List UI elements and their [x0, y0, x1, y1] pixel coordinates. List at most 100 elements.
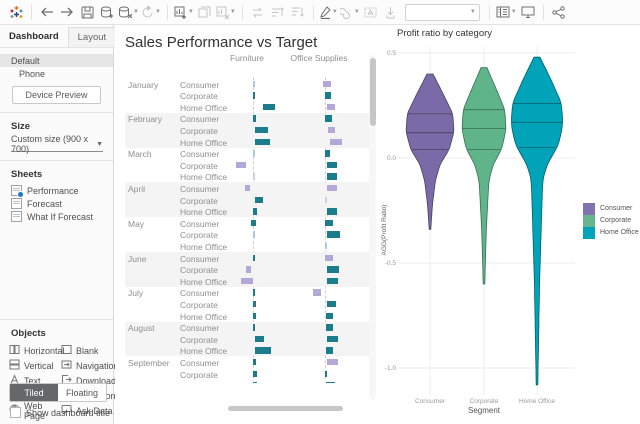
legend-item[interactable]: Corporate [583, 215, 631, 227]
device-item-default[interactable]: Default [0, 54, 113, 67]
sheet-item-performance[interactable]: Performance [0, 184, 113, 198]
table-row[interactable]: Home Office [125, 380, 369, 383]
size-dropdown[interactable]: Custom size (900 x 700) ▼ [11, 134, 103, 154]
gantt-bar[interactable] [325, 196, 327, 203]
gantt-bar[interactable] [253, 324, 256, 331]
share-icon[interactable] [550, 2, 568, 22]
show-hide-cards-icon[interactable]: ▼ [496, 2, 517, 22]
table-row[interactable]: Corporate [125, 90, 369, 102]
gantt-bar[interactable] [253, 150, 256, 157]
gantt-bar[interactable] [255, 196, 264, 203]
save-icon[interactable] [78, 2, 96, 22]
horizontal-scrollbar-thumb[interactable] [228, 406, 343, 411]
tab-dashboard[interactable]: Dashboard [0, 25, 68, 47]
new-data-source-icon[interactable] [98, 2, 116, 22]
table-row[interactable]: Corporate [125, 368, 369, 380]
gantt-bar[interactable] [327, 103, 336, 111]
show-dashboard-title-checkbox[interactable] [10, 407, 21, 418]
gantt-bar[interactable] [325, 254, 333, 261]
gantt-bar[interactable] [325, 370, 328, 377]
table-row[interactable]: Home Office [125, 171, 369, 183]
sheet-item-forecast[interactable]: Forecast [0, 197, 113, 210]
gantt-bar[interactable] [325, 242, 327, 250]
gantt-bar[interactable] [325, 92, 332, 99]
back-arrow-icon[interactable] [38, 2, 56, 22]
floating-button[interactable]: Floating [58, 384, 106, 401]
gantt-bar[interactable] [253, 358, 256, 366]
gantt-bar[interactable] [330, 138, 342, 145]
gantt-bar[interactable] [325, 150, 331, 157]
gantt-bar[interactable] [246, 266, 251, 273]
gantt-bar[interactable] [327, 266, 340, 273]
table-row[interactable]: Corporate [125, 159, 369, 171]
gantt-bar[interactable] [250, 219, 256, 227]
forward-arrow-icon[interactable] [58, 2, 76, 22]
table-row[interactable]: Corporate [125, 229, 369, 241]
gantt-bar[interactable] [326, 347, 333, 354]
fit-select[interactable]: ▼ [404, 3, 480, 21]
object-horizontal[interactable]: Horizontal [9, 343, 65, 358]
gantt-bar[interactable] [253, 115, 256, 122]
gantt-bar[interactable] [236, 161, 247, 169]
gantt-bar[interactable] [326, 382, 336, 383]
table-row[interactable]: Home Office [125, 101, 369, 113]
gantt-bar[interactable] [253, 231, 255, 238]
gantt-bar[interactable] [327, 358, 338, 366]
violin-home-office[interactable] [511, 56, 563, 386]
performance-chart[interactable]: FurnitureOffice SuppliesTechnoJanuaryCon… [125, 53, 369, 383]
gantt-bar[interactable] [253, 382, 257, 383]
device-item-phone[interactable]: Phone [0, 67, 113, 80]
table-row[interactable]: Corporate [125, 333, 369, 345]
sheet-item-what-if-forecast[interactable]: What If Forecast [0, 210, 113, 223]
table-row[interactable]: Home Office [125, 310, 369, 322]
gantt-bar[interactable] [245, 184, 251, 192]
violin-consumer[interactable] [405, 73, 455, 230]
device-preview-button[interactable]: Device Preview [12, 86, 101, 104]
table-row[interactable]: September Consumer [125, 356, 369, 368]
gantt-bar[interactable] [327, 208, 337, 215]
gantt-bar[interactable] [253, 92, 256, 99]
vertical-scrollbar-thumb[interactable] [369, 58, 376, 126]
table-row[interactable]: Home Office [125, 240, 369, 252]
table-row[interactable]: Home Office [125, 344, 369, 357]
gantt-bar[interactable] [327, 161, 337, 169]
gantt-bar[interactable] [313, 289, 322, 296]
table-row[interactable]: July Consumer [125, 287, 369, 299]
table-row[interactable]: March Consumer [125, 148, 369, 160]
table-row[interactable]: Home Office [125, 205, 369, 218]
table-row[interactable]: June Consumer [125, 252, 369, 264]
table-row[interactable]: August Consumer [125, 321, 369, 334]
tableau-logo-icon[interactable] [7, 2, 25, 22]
gantt-bar[interactable] [255, 347, 271, 354]
table-row[interactable]: January Consumer [125, 78, 369, 90]
gantt-bar[interactable] [327, 300, 337, 308]
gantt-bar[interactable] [253, 300, 256, 308]
violin-chart[interactable]: Profit ratio by category 0.5 0.0 -0.5 -1.0 C… [377, 25, 640, 424]
gantt-bar[interactable] [326, 312, 333, 319]
legend-item[interactable]: Home Office [583, 227, 639, 239]
object-navigation[interactable]: Navigation [61, 358, 119, 373]
object-vertical[interactable]: Vertical [9, 358, 61, 373]
gantt-bar[interactable] [253, 312, 256, 319]
gantt-bar[interactable] [255, 335, 265, 343]
gantt-bar[interactable] [255, 138, 270, 145]
gantt-bar[interactable] [327, 126, 336, 134]
gantt-bar[interactable] [241, 277, 253, 285]
gantt-bar[interactable] [255, 126, 269, 134]
gantt-bar[interactable] [325, 219, 333, 227]
table-row[interactable]: Home Office [125, 136, 369, 148]
gantt-bar[interactable] [253, 370, 257, 377]
table-row[interactable]: February Consumer [125, 112, 369, 125]
highlight-icon[interactable]: ▼ [320, 2, 338, 22]
new-worksheet-icon[interactable]: ▼ [174, 2, 194, 22]
object-blank[interactable]: Blank [61, 343, 113, 358]
gantt-bar[interactable] [327, 231, 341, 238]
gantt-bar[interactable] [327, 184, 337, 192]
gantt-bar[interactable] [263, 103, 275, 111]
gantt-bar[interactable] [253, 208, 257, 215]
gantt-bar[interactable] [253, 254, 256, 261]
gantt-bar[interactable] [322, 80, 332, 87]
table-row[interactable]: Corporate [125, 263, 369, 276]
gantt-bar[interactable] [253, 173, 255, 180]
gantt-bar[interactable] [327, 277, 338, 285]
